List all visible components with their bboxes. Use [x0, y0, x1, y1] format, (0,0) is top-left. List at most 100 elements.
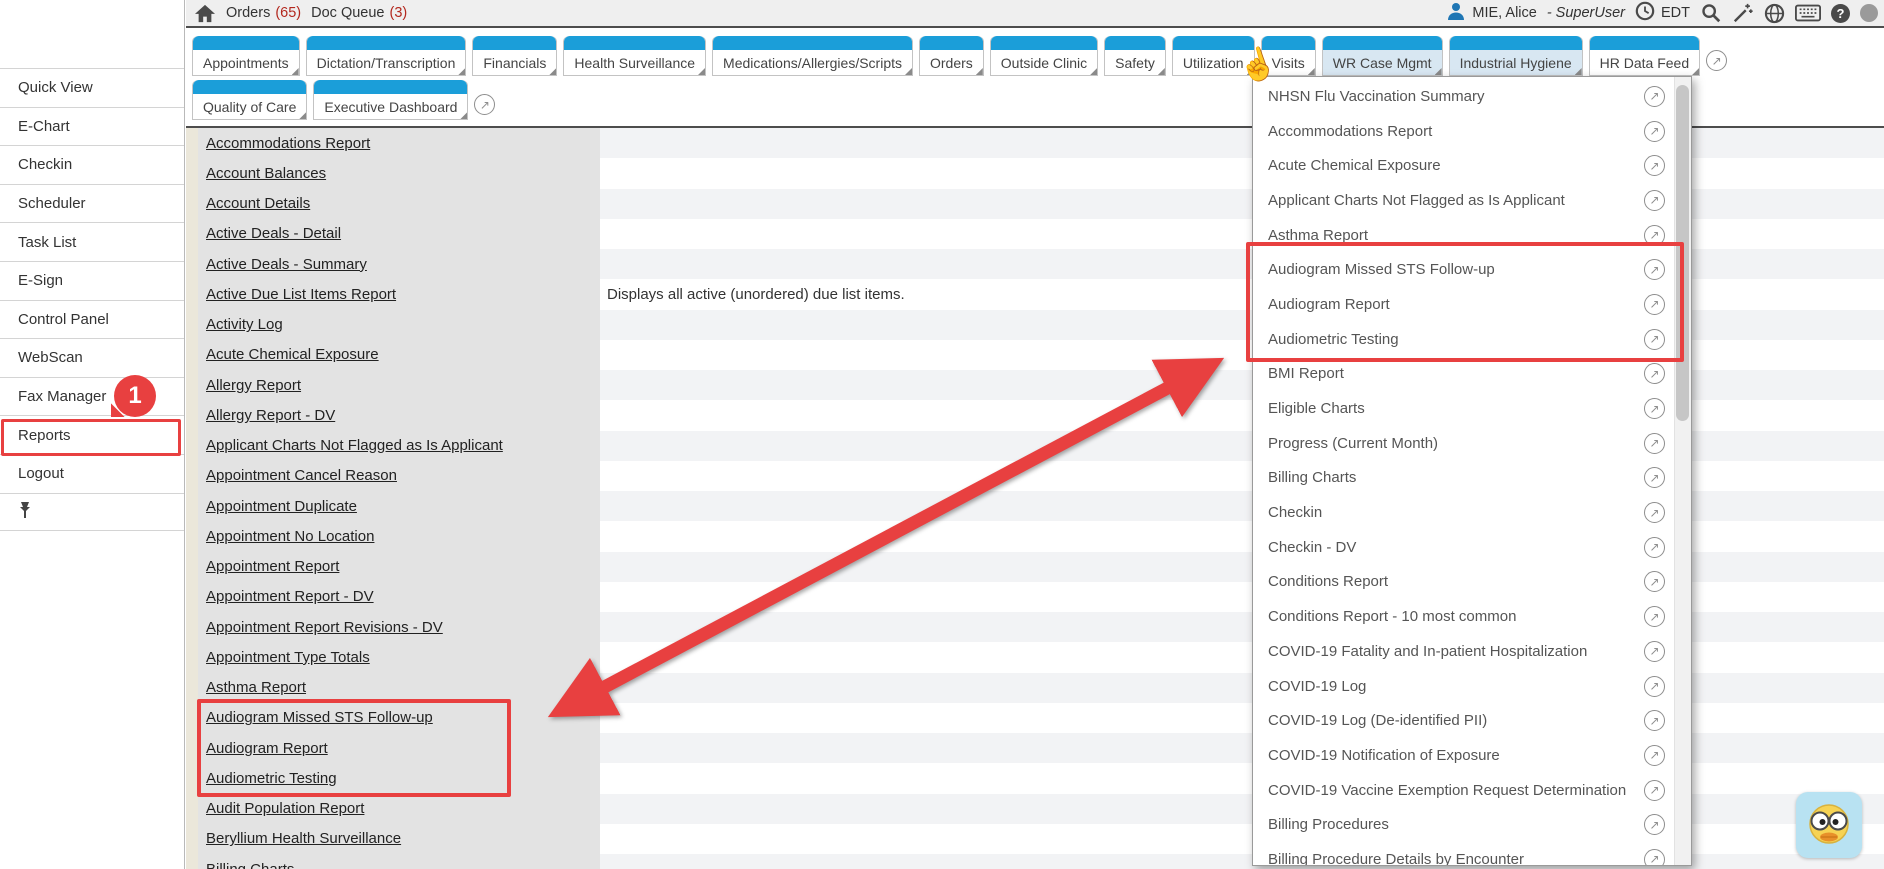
sidebar-item[interactable]: E-Chart: [0, 107, 184, 146]
pin-icon[interactable]: [18, 501, 32, 523]
tab[interactable]: WR Case Mgmt: [1322, 36, 1443, 76]
sidebar-pin-row[interactable]: [0, 493, 184, 532]
dropdown-report-item[interactable]: Checkin - DV ↗: [1253, 530, 1691, 565]
open-new-window-icon[interactable]: ↗: [474, 94, 495, 115]
open-report-icon[interactable]: ↗: [1644, 606, 1665, 627]
open-report-icon[interactable]: ↗: [1644, 433, 1665, 454]
open-report-icon[interactable]: ↗: [1644, 294, 1665, 315]
report-link[interactable]: Allergy Report: [206, 377, 301, 394]
report-link[interactable]: Appointment Type Totals: [206, 649, 370, 666]
tab[interactable]: Orders: [919, 36, 984, 76]
sidebar-item[interactable]: E-Sign: [0, 261, 184, 300]
open-report-icon[interactable]: ↗: [1644, 225, 1665, 246]
user-menu[interactable]: MIE, Alice - SuperUser: [1446, 1, 1625, 25]
dropdown-report-item[interactable]: Eligible Charts ↗: [1253, 391, 1691, 426]
wand-icon[interactable]: [1732, 2, 1754, 24]
sidebar-item[interactable]: Scheduler: [0, 184, 184, 223]
sidebar-item[interactable]: Quick View: [0, 68, 184, 107]
timezone-widget[interactable]: EDT: [1635, 1, 1690, 25]
dropdown-report-item[interactable]: COVID-19 Vaccine Exemption Request Deter…: [1253, 773, 1691, 808]
dropdown-report-item[interactable]: Billing Procedure Details by Encounter ↗: [1253, 842, 1691, 866]
tab[interactable]: Outside Clinic: [990, 36, 1098, 76]
globe-icon[interactable]: [1764, 3, 1785, 24]
search-icon[interactable]: [1700, 2, 1722, 24]
dropdown-report-item[interactable]: Audiometric Testing ↗: [1253, 322, 1691, 357]
open-report-icon[interactable]: ↗: [1644, 676, 1665, 697]
open-report-icon[interactable]: ↗: [1644, 502, 1665, 523]
tab[interactable]: Financials: [472, 36, 557, 76]
dropdown-report-item[interactable]: Billing Procedures ↗: [1253, 807, 1691, 842]
dropdown-report-item[interactable]: Billing Charts ↗: [1253, 461, 1691, 496]
tab[interactable]: Dictation/Transcription: [306, 36, 467, 76]
open-report-icon[interactable]: ↗: [1644, 710, 1665, 731]
open-report-icon[interactable]: ↗: [1644, 467, 1665, 488]
sidebar-item[interactable]: Control Panel: [0, 300, 184, 339]
open-new-window-icon[interactable]: ↗: [1706, 50, 1727, 71]
open-report-icon[interactable]: ↗: [1644, 190, 1665, 211]
report-link[interactable]: Appointment Cancel Reason: [206, 467, 397, 484]
report-link[interactable]: Asthma Report: [206, 679, 306, 696]
report-link[interactable]: Activity Log: [206, 316, 283, 333]
open-report-icon[interactable]: ↗: [1644, 641, 1665, 662]
dropdown-report-item[interactable]: Audiogram Report ↗: [1253, 287, 1691, 322]
open-report-icon[interactable]: ↗: [1644, 745, 1665, 766]
tab[interactable]: Industrial Hygiene: [1449, 36, 1583, 76]
dropdown-report-item[interactable]: Progress (Current Month) ↗: [1253, 426, 1691, 461]
sidebar-item[interactable]: WebScan: [0, 338, 184, 377]
report-link[interactable]: Audit Population Report: [206, 800, 364, 817]
dropdown-report-item[interactable]: COVID-19 Log ↗: [1253, 669, 1691, 704]
assistant-duck-icon[interactable]: [1796, 792, 1862, 858]
report-link[interactable]: Account Details: [206, 195, 310, 212]
open-report-icon[interactable]: ↗: [1644, 121, 1665, 142]
open-report-icon[interactable]: ↗: [1644, 814, 1665, 835]
open-report-icon[interactable]: ↗: [1644, 259, 1665, 280]
dropdown-report-item[interactable]: Accommodations Report ↗: [1253, 114, 1691, 149]
orders-link[interactable]: Orders (65): [226, 5, 301, 21]
doc-queue-link[interactable]: Doc Queue (3): [311, 5, 407, 21]
tab[interactable]: Utilization: [1172, 36, 1255, 76]
report-link[interactable]: Audiometric Testing: [206, 770, 337, 787]
report-link[interactable]: Beryllium Health Surveillance: [206, 830, 401, 847]
dropdown-report-item[interactable]: Asthma Report ↗: [1253, 218, 1691, 253]
tab[interactable]: Medications/Allergies/Scripts: [712, 36, 913, 76]
report-link[interactable]: Appointment Report Revisions - DV: [206, 619, 443, 636]
tab[interactable]: Quality of Care: [192, 80, 307, 120]
sidebar-item[interactable]: Reports: [0, 415, 184, 454]
dropdown-report-item[interactable]: Conditions Report ↗: [1253, 565, 1691, 600]
dropdown-report-item[interactable]: NHSN Flu Vaccination Summary ↗: [1253, 79, 1691, 114]
open-report-icon[interactable]: ↗: [1644, 398, 1665, 419]
dropdown-scrollbar-thumb[interactable]: [1676, 85, 1689, 421]
open-report-icon[interactable]: ↗: [1644, 571, 1665, 592]
open-report-icon[interactable]: ↗: [1644, 537, 1665, 558]
report-link[interactable]: Allergy Report - DV: [206, 407, 335, 424]
report-link[interactable]: Applicant Charts Not Flagged as Is Appli…: [206, 437, 503, 454]
report-link[interactable]: Audiogram Report: [206, 740, 328, 757]
sidebar-item[interactable]: Task List: [0, 222, 184, 261]
open-report-icon[interactable]: ↗: [1644, 780, 1665, 801]
report-link[interactable]: Account Balances: [206, 165, 326, 182]
sidebar-item[interactable]: Logout: [0, 454, 184, 493]
report-link[interactable]: Appointment No Location: [206, 528, 374, 545]
dropdown-report-item[interactable]: COVID-19 Notification of Exposure ↗: [1253, 738, 1691, 773]
tab[interactable]: Visits: [1261, 36, 1316, 76]
report-link[interactable]: Audiogram Missed STS Follow-up: [206, 709, 433, 726]
home-icon[interactable]: [194, 3, 216, 23]
dropdown-report-item[interactable]: Checkin ↗: [1253, 495, 1691, 530]
report-link[interactable]: Acute Chemical Exposure: [206, 346, 379, 363]
help-icon[interactable]: ?: [1831, 4, 1850, 23]
open-report-icon[interactable]: ↗: [1644, 329, 1665, 350]
dropdown-report-item[interactable]: BMI Report ↗: [1253, 357, 1691, 392]
report-link[interactable]: Appointment Duplicate: [206, 498, 357, 515]
dropdown-report-item[interactable]: Acute Chemical Exposure ↗: [1253, 148, 1691, 183]
tab[interactable]: Safety: [1104, 36, 1166, 76]
open-report-icon[interactable]: ↗: [1644, 155, 1665, 176]
tab[interactable]: Executive Dashboard: [313, 80, 468, 120]
dropdown-report-item[interactable]: COVID-19 Log (De-identified PII) ↗: [1253, 703, 1691, 738]
dropdown-report-item[interactable]: Applicant Charts Not Flagged as Is Appli…: [1253, 183, 1691, 218]
keyboard-icon[interactable]: [1795, 3, 1821, 23]
report-link[interactable]: Active Deals - Summary: [206, 256, 367, 273]
report-link[interactable]: Appointment Report - DV: [206, 588, 374, 605]
tab[interactable]: Health Surveillance: [563, 36, 706, 76]
tab[interactable]: Appointments: [192, 36, 300, 76]
sidebar-item[interactable]: Fax Manager: [0, 377, 184, 416]
